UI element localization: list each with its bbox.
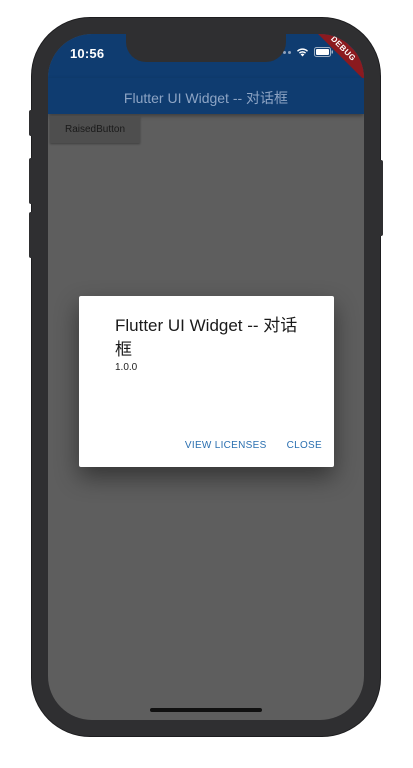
app-bar: Flutter UI Widget -- 对话框 xyxy=(48,78,364,114)
dialog-actions: VIEW LICENSES CLOSE xyxy=(185,440,322,451)
notch xyxy=(126,32,286,62)
dialog-version: 1.0.0 xyxy=(115,362,138,373)
dialog-title: Flutter UI Widget -- 对话框 xyxy=(115,316,298,359)
side-button-silent xyxy=(29,110,33,136)
home-indicator[interactable] xyxy=(150,708,262,712)
side-button-power xyxy=(379,160,383,236)
battery-icon xyxy=(314,47,333,57)
raised-button[interactable]: RaisedButton xyxy=(50,116,140,143)
app-bar-title: Flutter UI Widget -- 对话框 xyxy=(123,90,289,106)
side-button-volume-up xyxy=(29,158,33,204)
about-dialog: Flutter UI Widget -- 对话框 1.0.0 VIEW LICE… xyxy=(79,296,334,467)
screen: 10:56 DEBUG Flutter UI Widget -- 对话框 Rai… xyxy=(48,34,364,720)
close-button[interactable]: CLOSE xyxy=(287,440,322,451)
view-licenses-button[interactable]: VIEW LICENSES xyxy=(185,440,267,451)
wifi-icon xyxy=(297,48,308,57)
side-button-volume-down xyxy=(29,212,33,258)
status-time: 10:56 xyxy=(70,46,105,61)
